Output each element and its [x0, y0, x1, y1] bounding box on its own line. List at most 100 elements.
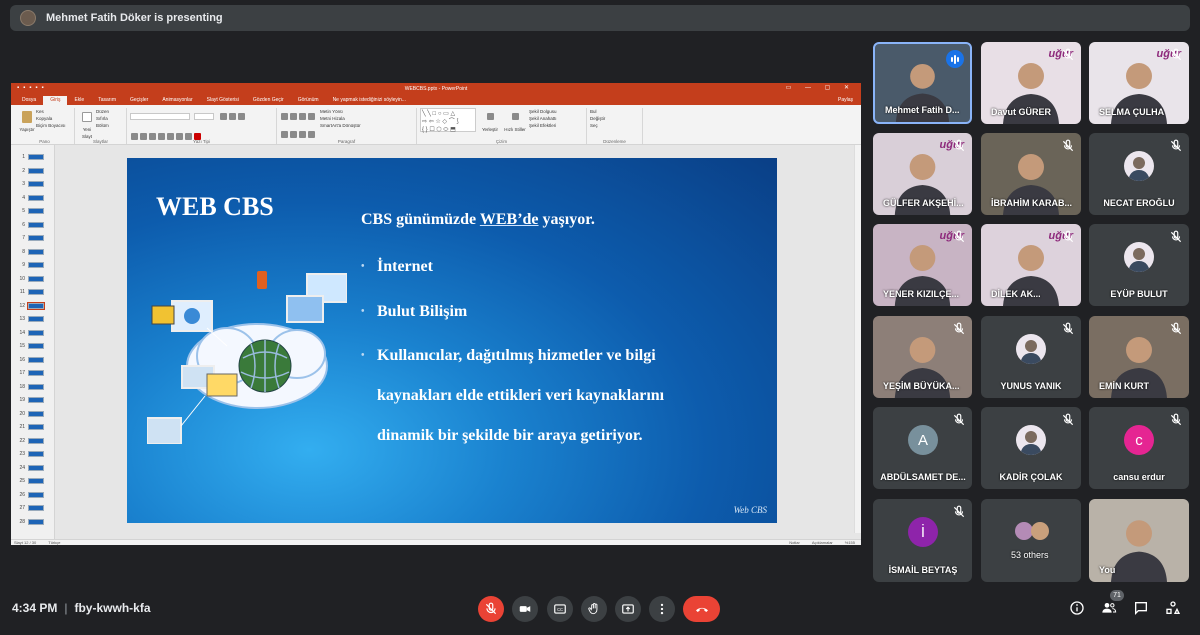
participant-tile[interactable]: 53 others	[981, 499, 1081, 582]
slide-thumbnail: 11	[15, 288, 49, 296]
raise-hand-button[interactable]	[581, 596, 607, 622]
layout-label: Düzen	[96, 109, 110, 114]
avatar-letter: A	[908, 425, 938, 455]
captions-button[interactable]: CC	[547, 596, 573, 622]
thumbnail-number: 9	[22, 262, 25, 268]
slide-thumbnail: 8	[15, 248, 49, 256]
avatar	[1124, 242, 1154, 272]
slide-footer: Web CBS	[733, 505, 767, 515]
more-options-button[interactable]	[649, 596, 675, 622]
participant-tile[interactable]: İ İSMAİL BEYTAŞ	[873, 499, 972, 582]
separator: |	[64, 601, 68, 615]
participant-tile[interactable]: İBRAHİM KARAB...	[981, 133, 1081, 215]
tab-file: Dosya	[22, 97, 37, 103]
people-button[interactable]	[1100, 599, 1118, 617]
slide-thumbnail: 12	[15, 301, 49, 310]
thumbnail-number: 3	[22, 181, 25, 187]
ribbon-group-slides: Yeni Slayt Düzen Sıfırla Bölüm Slaytlar	[75, 108, 127, 144]
smartart-label: SmartArt'a Dönüştür	[320, 123, 361, 128]
tab-home: Giriş	[43, 96, 68, 105]
participant-tile[interactable]: EYÜP BULUT	[1089, 224, 1189, 306]
participant-tile[interactable]: NECAT EROĞLU	[1089, 133, 1189, 215]
end-call-icon	[695, 607, 708, 612]
tab-transitions: Geçişler	[129, 97, 149, 103]
align-left-icon	[281, 131, 288, 139]
participant-tile[interactable]: Mehmet Fatih D...	[873, 42, 972, 124]
slide-thumbnail: 5	[15, 207, 49, 215]
shrink-font-icon	[228, 113, 236, 121]
participant-tile[interactable]: A ABDÜLSAMET DE...	[873, 407, 972, 489]
chat-button[interactable]	[1132, 599, 1150, 617]
tab-review: Gözden Geçir	[252, 97, 284, 103]
participant-name: YEŞİM BÜYÜKA...	[883, 381, 960, 391]
bullet-line: dinamik bir şekilde bir araya getiriyor.	[377, 427, 643, 444]
participant-tile[interactable]: uğur Davut GÜRER	[981, 42, 1081, 124]
thumbnail-number: 12	[19, 302, 25, 309]
meeting-details-button[interactable]	[1068, 599, 1086, 617]
participant-tile[interactable]: YUNUS YANIK	[981, 316, 1081, 398]
participant-name: You	[1099, 565, 1116, 575]
slide-thumbnail: 4	[15, 194, 49, 202]
thumbnail-preview	[28, 154, 44, 160]
bullet-dot: •	[361, 306, 365, 317]
participant-name: ABDÜLSAMET DE...	[880, 472, 966, 482]
info-icon	[1070, 601, 1084, 615]
participant-tile[interactable]: uğur DİLEK AK...	[981, 224, 1081, 306]
shape-effects-label: Şekil Efektleri	[529, 123, 557, 128]
thumbnail-preview	[28, 194, 44, 201]
thumbnail-number: 17	[19, 370, 25, 376]
thumbnail-preview	[28, 275, 44, 282]
slide-thumbnail: 24	[15, 464, 49, 472]
slide-lead-text: CBS günümüzde WEB’de yaşıyor.	[361, 211, 595, 229]
others-avatars	[1014, 521, 1050, 541]
slide-thumbnail: 27	[15, 504, 49, 512]
select-label: Seç	[590, 123, 598, 128]
participant-tile[interactable]: uğur SELMA ÇULHA	[1089, 42, 1189, 124]
group-label-editing: Düzenleme	[603, 139, 626, 144]
slide-counter: Slayt 12 / 30	[14, 540, 37, 545]
participant-tile[interactable]: EMİN KURT	[1089, 316, 1189, 398]
participant-name: YUNUS YANIK	[1000, 381, 1062, 391]
thumbnail-preview	[28, 424, 44, 430]
leave-call-button[interactable]	[683, 596, 720, 622]
thumbnail-preview	[28, 437, 44, 444]
justify-icon	[308, 131, 315, 139]
presenting-banner[interactable]: Mehmet Fatih Döker is presenting	[10, 5, 1190, 31]
avatar	[1016, 425, 1046, 455]
participant-tile[interactable]: YEŞİM BÜYÜKA...	[873, 316, 972, 398]
participant-tile[interactable]: You	[1089, 499, 1189, 582]
people-icon	[1102, 603, 1117, 613]
participant-name: YENER KIZILÇE...	[883, 289, 960, 299]
mic-muted-icon	[1061, 48, 1075, 62]
present-button[interactable]	[615, 596, 641, 622]
participant-tile[interactable]: uğur YENER KIZILÇE...	[873, 224, 972, 306]
camera-toggle-button[interactable]	[512, 596, 538, 622]
slide-thumbnail: 15	[15, 342, 49, 350]
mic-toggle-button[interactable]	[478, 596, 504, 622]
bullet-users: • Kullanıcılar, dağıtılmış hizmetler ve …	[361, 347, 664, 467]
copy-label: Kopyala	[36, 116, 53, 121]
participant-name: İSMAİL BEYTAŞ	[888, 565, 958, 575]
participant-tile[interactable]: c cansu erdur	[1089, 407, 1189, 489]
align-text-label: Metni Hizala	[320, 116, 345, 121]
thumbnail-number: 15	[19, 343, 25, 349]
lead-text-post: yaşıyor.	[538, 211, 595, 228]
thumbnail-preview	[28, 167, 44, 174]
bullet-dot: •	[361, 261, 365, 272]
chat-icon	[1135, 602, 1147, 615]
slide-thumbnail: 19	[15, 396, 49, 404]
slide-thumbnail: 16	[15, 356, 49, 364]
participant-name: KADİR ÇOLAK	[999, 472, 1063, 482]
thumbnail-number: 5	[22, 208, 25, 214]
notes-button: Notlar	[789, 540, 800, 545]
activities-button[interactable]	[1164, 599, 1182, 617]
participant-tile[interactable]: KADİR ÇOLAK	[981, 407, 1081, 489]
hand-icon	[588, 602, 598, 615]
arrange-label: Yerleştir	[481, 127, 499, 132]
participant-tile[interactable]: uğur GÜLFER AKŞEHİ...	[873, 133, 972, 215]
thumbnail-preview	[28, 491, 44, 498]
clear-format-icon	[237, 113, 245, 121]
thumbnail-number: 6	[22, 221, 25, 228]
svg-text:CC: CC	[557, 607, 563, 612]
ribbon-group-editing: Bul Değiştir Seç Düzenleme	[587, 108, 643, 144]
